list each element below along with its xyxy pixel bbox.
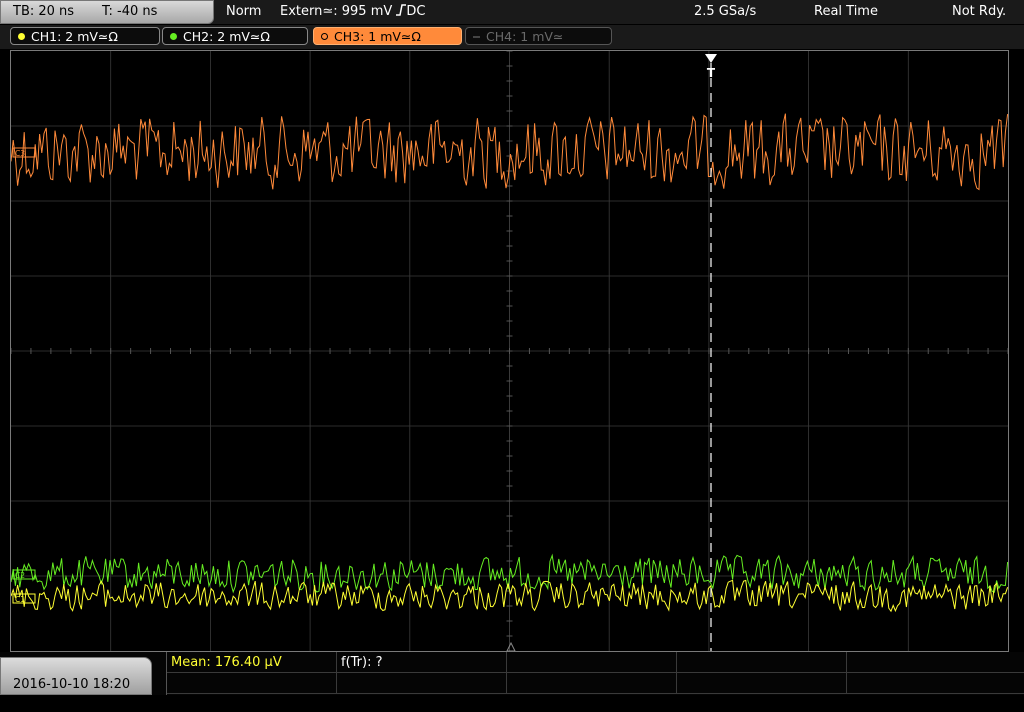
- ready-status: Not Rdy.: [952, 4, 1007, 19]
- trigger-mode[interactable]: Norm: [226, 0, 261, 24]
- channel-4-tab[interactable]: CH4: 1 mV≃: [465, 27, 612, 45]
- channel-1-label: CH1: 2 mV≃Ω: [31, 29, 118, 44]
- date-time-display: 2016-10-10 18:20: [0, 657, 152, 695]
- channel-3-tab[interactable]: CH3: 1 mV≃Ω: [313, 27, 462, 45]
- timebase-box[interactable]: TB: 20 ns T: -40 ns: [0, 0, 214, 24]
- trigger-source-level[interactable]: Extern≃: 995 mV DC: [280, 0, 426, 24]
- rising-edge-icon: [396, 4, 407, 16]
- channel-3-offset-label: C3: [15, 149, 25, 158]
- channel-1-offset-label: C1: [15, 595, 25, 604]
- channel-4-label: CH4: 1 mV≃: [486, 29, 564, 44]
- channel-2-tab[interactable]: CH2: 2 mV≃Ω: [162, 27, 308, 45]
- frequency-measurement[interactable]: f(Tr): ?: [341, 653, 383, 673]
- measurement-table[interactable]: Mean: 176.40 µV f(Tr): ?: [166, 652, 1024, 695]
- channel-2-dot-icon: [170, 33, 177, 40]
- scope-canvas: T C3 C2 C1: [11, 51, 1008, 651]
- trigger-offset-label: T: -40 ns: [102, 4, 158, 19]
- status-bar: TB: 20 ns T: -40 ns Norm Extern≃: 995 mV…: [0, 0, 1024, 24]
- trigger-marker-icon: [705, 54, 717, 63]
- channel-4-off-icon: [473, 36, 480, 38]
- waveform-display[interactable]: T C3 C2 C1: [10, 50, 1009, 652]
- channel-1-dot-icon: [18, 33, 25, 40]
- channel-2-offset-label: C2: [15, 571, 25, 580]
- horizontal-center-marker-icon: [506, 641, 516, 651]
- mean-measurement[interactable]: Mean: 176.40 µV: [171, 653, 282, 673]
- sample-rate: 2.5 GSa/s: [694, 4, 757, 19]
- acquisition-mode[interactable]: Real Time: [814, 0, 878, 24]
- trigger-marker-label: T: [707, 66, 716, 80]
- channel-tab-row: CH1: 2 mV≃Ω CH2: 2 mV≃Ω CH3: 1 mV≃Ω CH4:…: [0, 25, 1024, 49]
- channel-2-label: CH2: 2 mV≃Ω: [183, 29, 270, 44]
- channel-3-label: CH3: 1 mV≃Ω: [334, 29, 421, 44]
- timebase-label: TB: 20 ns: [13, 4, 75, 19]
- trigger-source-label: Extern≃: 995 mV: [280, 4, 393, 19]
- channel-3-dot-icon: [321, 33, 328, 40]
- trigger-coupling: DC: [406, 4, 426, 19]
- channel-1-tab[interactable]: CH1: 2 mV≃Ω: [10, 27, 160, 45]
